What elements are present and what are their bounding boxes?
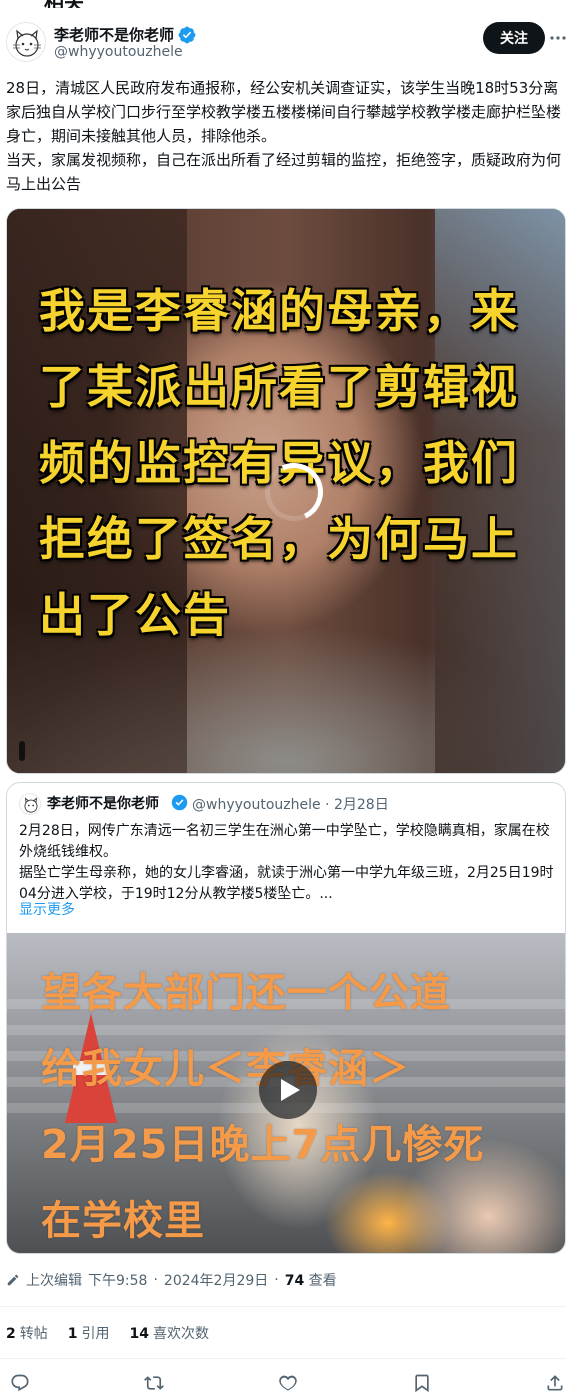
quoted-date[interactable]: 2月28日: [334, 797, 389, 813]
dot-separator: ·: [274, 1272, 279, 1288]
meta-separator: ·: [325, 797, 330, 813]
quotes-count: 1: [67, 1326, 78, 1342]
likes-label: 喜欢次数: [152, 1326, 209, 1342]
likes-count: 14: [129, 1326, 149, 1342]
post-date[interactable]: 2024年2月29日: [164, 1270, 268, 1290]
post-time[interactable]: 下午9:58: [88, 1270, 147, 1290]
like-icon[interactable]: [277, 1372, 299, 1394]
reply-icon[interactable]: [9, 1372, 31, 1394]
quoted-avatar[interactable]: [19, 793, 41, 815]
quoted-post[interactable]: 李老师不是你老师 @whyyoutouzhele · 2月28日 2月28日，网…: [6, 782, 566, 1254]
likes-stat[interactable]: 14 喜欢次数: [130, 1323, 209, 1343]
bookmark-icon[interactable]: [411, 1372, 433, 1394]
handle[interactable]: @whyyoutouzhele: [54, 44, 183, 60]
reposts-count: 2: [6, 1326, 16, 1342]
follow-button[interactable]: 关注: [483, 22, 545, 54]
reposts-label: 转帖: [19, 1326, 48, 1342]
edit-pencil-icon: [7, 1274, 19, 1286]
cat-avatar-icon: [24, 797, 38, 813]
avatar[interactable]: [6, 22, 46, 62]
post-header: 李老师不是你老师 @whyyoutouzhele 关注: [0, 12, 566, 72]
engagement-stats: 2 转帖 1 引用 14 喜欢次数: [6, 1323, 209, 1343]
verified-badge-icon: [171, 794, 188, 811]
repost-icon[interactable]: [143, 1372, 165, 1394]
display-name[interactable]: 李老师不是你老师: [54, 24, 174, 45]
post-meta-row: 上次编辑 下午9:58 · 2024年2月29日 · 74 查看: [6, 1270, 337, 1290]
play-icon: [281, 1079, 300, 1101]
quoted-text: 2月28日，网传广东清远一名初三学生在洲心第一中学坠亡，学校隐瞒真相，家属在校外…: [19, 823, 554, 902]
previous-content-cut: 相关: [0, 0, 566, 8]
views-count: 74: [284, 1273, 305, 1289]
action-bar: [0, 1370, 566, 1397]
quotes-stat[interactable]: 1 引用: [68, 1323, 110, 1343]
more-options-icon[interactable]: [550, 26, 566, 50]
quoted-video[interactable]: 望各大部门还一个公道 给我女儿＜李睿涵＞ 2月25日晚上7点几惨死 在学校里: [7, 933, 565, 1253]
post-video[interactable]: 我是李睿涵的母亲，来了某派出所看了剪辑视频的监控有异议，我们拒绝了签名，为何马上…: [6, 208, 566, 774]
post-text: 28日，清城区人民政府发布通报称，经公安机关调查证实，该学生当晚18时53分离家…: [6, 79, 562, 193]
divider: [0, 1306, 566, 1307]
dot-separator: ·: [153, 1272, 158, 1288]
reposts-stat[interactable]: 2 转帖: [6, 1323, 48, 1343]
quotes-label: 引用: [81, 1326, 110, 1342]
quoted-meta: @whyyoutouzhele · 2月28日: [192, 794, 389, 814]
quoted-handle[interactable]: @whyyoutouzhele: [192, 797, 321, 813]
share-icon[interactable]: [544, 1372, 566, 1394]
quoted-display-name[interactable]: 李老师不是你老师: [47, 793, 159, 813]
edited-label[interactable]: 上次编辑: [26, 1270, 82, 1290]
cat-avatar-icon: [13, 29, 41, 57]
video-progress-mark: [19, 741, 25, 761]
views-label: 查看: [308, 1273, 337, 1289]
play-button[interactable]: [259, 1061, 317, 1119]
divider: [0, 1358, 566, 1359]
show-more-link[interactable]: 显示更多: [19, 899, 75, 919]
verified-badge-icon: [178, 26, 196, 43]
